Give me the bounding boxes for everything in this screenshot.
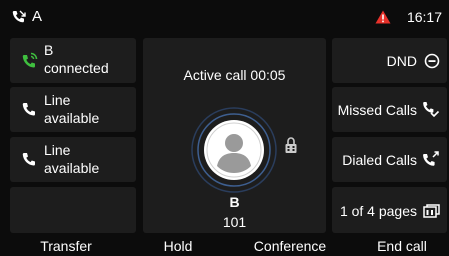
phone-icon: [22, 103, 35, 116]
missed-calls-label: Missed Calls: [337, 102, 417, 118]
line-key-3-status: available: [44, 160, 100, 176]
hold-softkey[interactable]: Hold: [132, 238, 224, 254]
end-call-softkey[interactable]: End call: [356, 238, 448, 254]
line-key-4[interactable]: [10, 187, 136, 233]
phone-account-icon: [12, 10, 26, 23]
conference-softkey[interactable]: Conference: [244, 238, 336, 254]
status-bar: A 16:17: [0, 0, 449, 34]
line-key-1-status: connected: [44, 60, 109, 76]
caller-name: B: [229, 194, 240, 210]
line-key-2[interactable]: Line available: [10, 87, 136, 132]
page-switch-button[interactable]: 1 of 4 pages: [332, 187, 447, 233]
missed-calls-button[interactable]: Missed Calls: [332, 87, 447, 132]
missed-calls-icon: [423, 102, 440, 118]
dialed-calls-button[interactable]: Dialed Calls: [332, 137, 447, 182]
dialed-calls-label: Dialed Calls: [342, 152, 417, 168]
call-panel: Active call 00:05 B 101: [143, 38, 326, 233]
clock: 16:17: [406, 9, 442, 25]
line-key-3[interactable]: Line available: [10, 137, 136, 182]
line-key-2-label: Line: [44, 92, 71, 108]
softkey-bar: Transfer Hold Conference End call: [0, 236, 449, 256]
transfer-softkey[interactable]: Transfer: [20, 238, 112, 254]
dnd-icon: [424, 53, 440, 69]
dialed-calls-icon: [423, 151, 439, 166]
line-key-3-label: Line: [44, 142, 71, 158]
phone-icon: [22, 153, 35, 166]
call-status: Active call 00:05: [183, 67, 286, 83]
phone-connected-icon: [22, 52, 38, 68]
line-key-1-name: B: [44, 42, 54, 58]
line-key-2-status: available: [44, 110, 100, 126]
dnd-label: DND: [386, 53, 417, 69]
warning-icon[interactable]: [375, 10, 391, 24]
dnd-button[interactable]: DND: [332, 38, 447, 83]
account-label: A: [32, 8, 43, 25]
encryption-icon: [285, 137, 297, 153]
line-key-1[interactable]: B connected: [10, 38, 136, 83]
pages-icon: [423, 204, 440, 218]
caller-avatar: [191, 107, 277, 193]
caller-number: 101: [222, 214, 247, 230]
account-indicator: A: [11, 9, 42, 25]
page-indicator-label: 1 of 4 pages: [339, 203, 417, 219]
